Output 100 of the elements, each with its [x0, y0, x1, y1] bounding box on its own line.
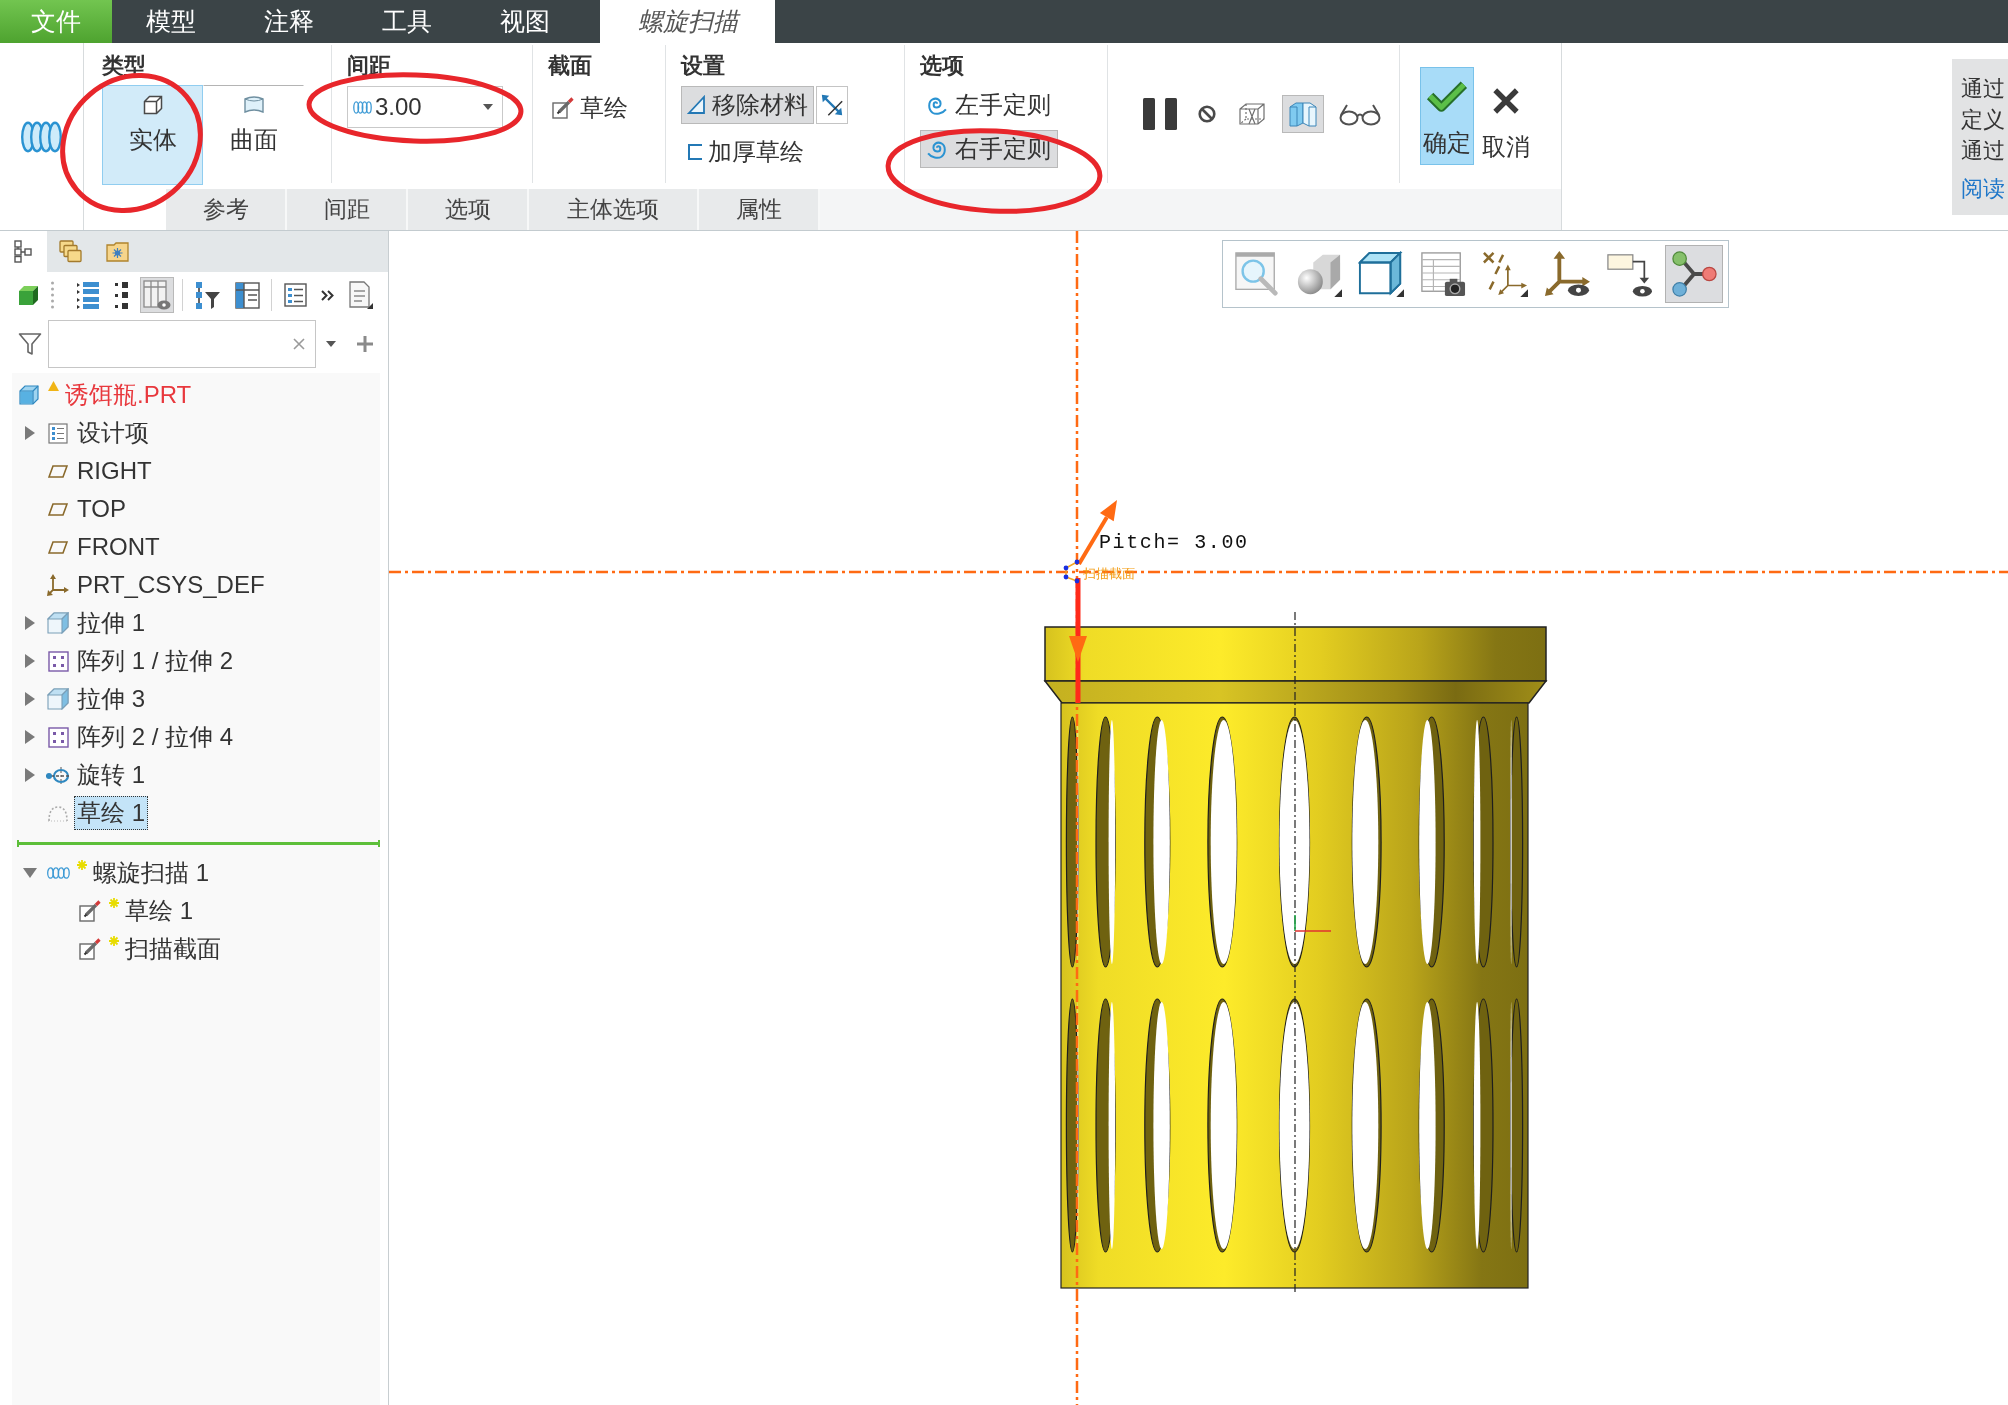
view-tool-button[interactable]	[1665, 245, 1723, 303]
expand-arrow-icon[interactable]	[25, 616, 35, 630]
tree-item[interactable]: RIGHT	[74, 454, 155, 488]
panel-tab[interactable]: 主体选项	[529, 189, 699, 230]
folder-icon	[106, 241, 129, 262]
plane-icon	[48, 464, 68, 478]
flip-arrow-icon	[820, 93, 844, 117]
plane-icon	[48, 502, 68, 516]
list-icon	[48, 422, 68, 444]
tree-tool-button[interactable]	[281, 280, 310, 310]
group-title: 选项	[920, 54, 964, 78]
menu-tab[interactable]: 模型	[112, 0, 230, 43]
panel-tab[interactable]: 间距	[287, 189, 408, 230]
list-icon	[114, 280, 129, 310]
revolve-icon	[45, 766, 71, 784]
expand-arrow-icon[interactable]	[25, 692, 35, 706]
expand-arrow-icon[interactable]	[25, 768, 35, 782]
axes-icon	[47, 574, 69, 596]
bracket-icon	[687, 143, 703, 161]
tree-item[interactable]: 草绘 1	[122, 894, 196, 928]
wedge-icon	[687, 95, 707, 115]
list-icon	[284, 283, 307, 307]
tree-item[interactable]: FRONT	[74, 530, 163, 564]
group-title: 截面	[548, 54, 592, 78]
expand-arrow-icon[interactable]	[25, 730, 35, 744]
columns-icon	[235, 281, 260, 309]
wireframe-icon	[1237, 101, 1267, 127]
grip-icon	[50, 280, 55, 310]
menu-tab[interactable]: 螺旋扫描	[600, 0, 775, 43]
panel-tab[interactable]: 参考	[166, 189, 287, 230]
tree-item[interactable]: 草绘 1	[74, 796, 148, 830]
navigator-tab[interactable]	[0, 231, 47, 272]
cube-icon	[142, 95, 163, 115]
group-title: 设置	[681, 54, 725, 78]
pitch-dropdown[interactable]: 3.00	[347, 86, 503, 128]
tree-item[interactable]: TOP	[74, 492, 129, 526]
flip-button[interactable]	[816, 86, 848, 124]
filter-icon[interactable]	[18, 332, 42, 356]
help-text: 定义	[1961, 106, 2006, 134]
tree-item[interactable]: 阵列 1 / 拉伸 2	[74, 644, 237, 678]
pitch-label: Pitch= 3.00	[1099, 531, 1249, 555]
spiral-icon	[927, 95, 947, 115]
menu-tab[interactable]: 视图	[466, 0, 584, 43]
plane-icon	[48, 540, 68, 554]
expand-arrow-icon[interactable]	[25, 654, 35, 668]
type-option[interactable]: 曲面	[203, 85, 304, 185]
sketch-button[interactable]: 草绘	[548, 92, 632, 124]
type-option[interactable]: 实体	[102, 85, 203, 185]
tree-item[interactable]: 诱饵瓶.PRT	[62, 378, 195, 412]
tree-item[interactable]: 拉伸 3	[74, 682, 148, 716]
tree-item[interactable]: PRT_CSYS_DEF	[74, 568, 268, 602]
layers-icon	[59, 240, 82, 263]
chevrons-icon	[321, 289, 334, 301]
tree-item[interactable]: 设计项	[74, 416, 152, 450]
cancel-button[interactable]: 取消	[1479, 77, 1533, 169]
arc-icon	[47, 804, 69, 822]
tree-filter-icon	[195, 280, 221, 310]
close-icon	[1492, 88, 1520, 114]
remove-material-toggle[interactable]: 移除材料	[681, 86, 814, 124]
tree-item[interactable]: 旋转 1	[74, 758, 148, 792]
caret-icon[interactable]	[483, 104, 493, 110]
search-field[interactable]	[48, 320, 316, 368]
part-cube-icon	[19, 385, 39, 405]
cube-icon	[1358, 251, 1404, 297]
annotation-icon	[1606, 251, 1652, 297]
panel-tab[interactable]: 属性	[699, 189, 820, 230]
tree-item[interactable]: 扫描截面	[122, 932, 224, 966]
handedness-option[interactable]: 左手定则	[920, 86, 1058, 124]
pencil-icon	[552, 97, 574, 119]
plus-icon[interactable]	[357, 336, 373, 352]
zoom-icon	[1234, 251, 1280, 297]
coil-icon	[21, 121, 62, 153]
prohibited-icon	[1198, 105, 1216, 123]
thicken-toggle[interactable]: 加厚草绘	[681, 133, 810, 171]
menu-tab[interactable]: 工具	[348, 0, 466, 43]
surface-icon	[242, 95, 265, 115]
menu-tab[interactable]: 注释	[230, 0, 348, 43]
tree-icon	[14, 240, 33, 263]
nodes-icon	[1671, 251, 1717, 297]
cube-icon	[18, 284, 39, 306]
document-icon	[348, 281, 373, 309]
csys-marker-icon	[1294, 914, 1332, 932]
expand-arrow-icon[interactable]	[25, 426, 35, 440]
help-link[interactable]: 阅读	[1961, 174, 2008, 203]
ok-button[interactable]: 确定	[1420, 67, 1474, 165]
spiral-icon	[927, 139, 947, 159]
tree-item[interactable]: 拉伸 1	[74, 606, 148, 640]
pencil-icon	[79, 938, 101, 960]
tree-item[interactable]: 阵列 2 / 拉伸 4	[74, 720, 237, 754]
pause-icon	[1143, 98, 1177, 130]
pencil-icon	[79, 900, 101, 922]
panel-tab[interactable]: 选项	[408, 189, 529, 230]
caret-icon[interactable]	[326, 341, 336, 347]
tree-item[interactable]: 螺旋扫描 1	[90, 856, 212, 890]
glasses-icon	[1339, 102, 1381, 126]
axes-icon	[1544, 251, 1590, 297]
collapse-arrow-icon[interactable]	[23, 868, 37, 878]
coil-icon	[353, 100, 372, 114]
coil-icon	[46, 867, 70, 879]
clear-icon[interactable]	[293, 338, 305, 350]
